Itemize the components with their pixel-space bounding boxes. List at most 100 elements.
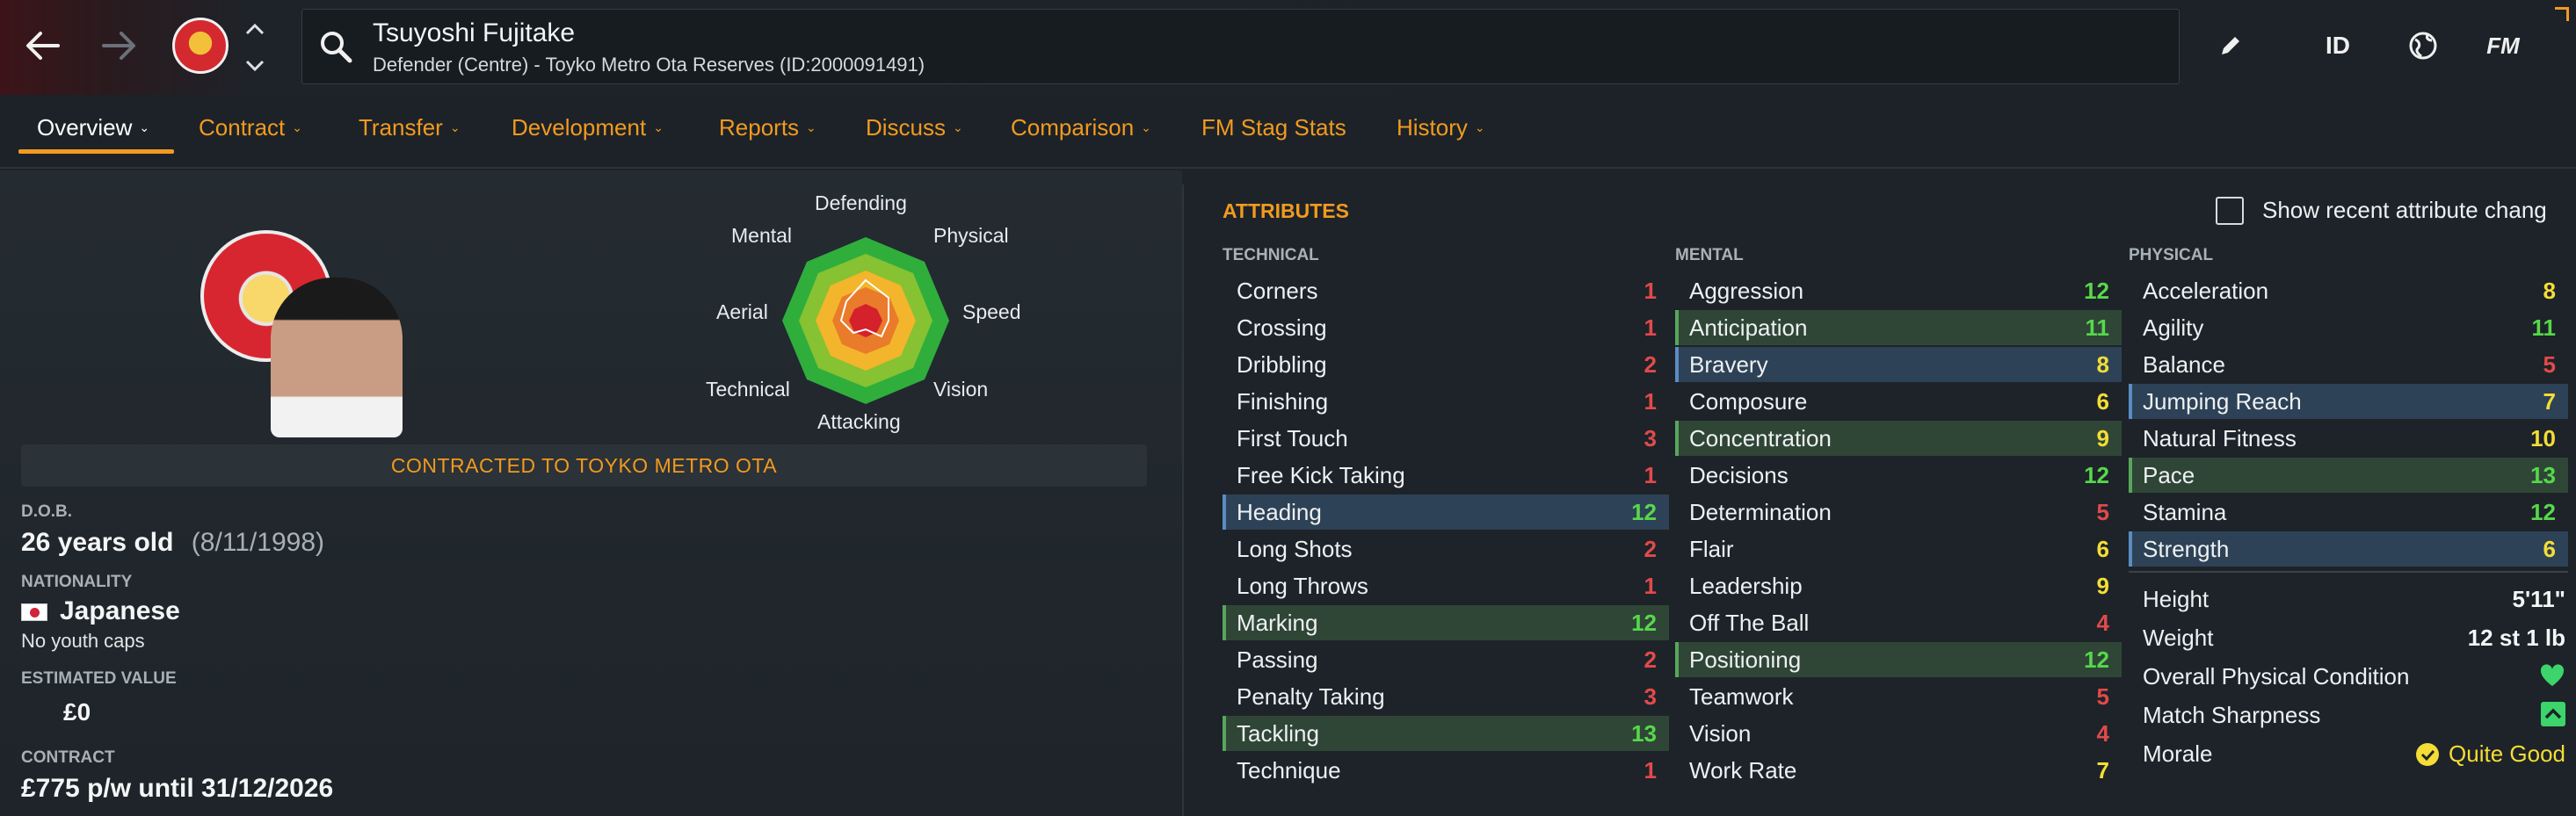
attribute-name: Dribbling <box>1237 350 1327 378</box>
attribute-row-marking[interactable]: Marking 12 <box>1223 605 1669 640</box>
attribute-row-leadership[interactable]: Leadership 9 <box>1675 568 2122 603</box>
tab-reports[interactable]: Reports ⌄ <box>719 114 816 141</box>
tab-label: Comparison <box>1011 114 1135 141</box>
attribute-name: Anticipation <box>1689 314 1808 341</box>
show-recent-changes-checkbox[interactable] <box>2216 197 2244 225</box>
attribute-row-passing[interactable]: Passing 2 <box>1223 642 1669 677</box>
tab-label: Discuss <box>866 114 947 141</box>
show-recent-changes-label[interactable]: Show recent attribute chang <box>2262 197 2547 224</box>
tab-development[interactable]: Development ⌄ <box>512 114 664 141</box>
radar-label-attacking: Attacking <box>817 410 901 433</box>
attribute-row-free-kick-taking[interactable]: Free Kick Taking 1 <box>1223 458 1669 493</box>
tab-discuss[interactable]: Discuss ⌄ <box>866 114 963 141</box>
attribute-value: 12 <box>2084 277 2109 304</box>
attribute-row-balance[interactable]: Balance 5 <box>2129 347 2568 382</box>
attribute-row-finishing[interactable]: Finishing 1 <box>1223 384 1669 419</box>
attribute-row-vision[interactable]: Vision 4 <box>1675 716 2122 751</box>
tab-transfer[interactable]: Transfer ⌄ <box>359 114 461 141</box>
tab-fm-stag-stats[interactable]: FM Stag Stats <box>1201 114 1346 141</box>
chevron-down-icon: ⌄ <box>653 120 664 134</box>
nationality-value[interactable]: Japanese <box>60 596 180 626</box>
attribute-value: 2 <box>1644 535 1657 562</box>
attribute-name: Work Rate <box>1689 756 1797 784</box>
attribute-row-penalty-taking[interactable]: Penalty Taking 3 <box>1223 679 1669 714</box>
attribute-row-dribbling[interactable]: Dribbling 2 <box>1223 347 1669 382</box>
height-label: Height <box>2143 586 2210 612</box>
top-bar: Tsuyoshi Fujitake Defender (Centre) - To… <box>0 0 2576 95</box>
attribute-row-bravery[interactable]: Bravery 8 <box>1675 347 2122 382</box>
attribute-row-natural-fitness[interactable]: Natural Fitness 10 <box>2129 421 2568 456</box>
tab-history[interactable]: History ⌄ <box>1397 114 1485 141</box>
back-arrow-icon <box>26 32 60 60</box>
attribute-row-jumping-reach[interactable]: Jumping Reach 7 <box>2129 384 2568 419</box>
value-label: ESTIMATED VALUE <box>21 669 177 688</box>
attribute-row-flair[interactable]: Flair 6 <box>1675 531 2122 567</box>
radar-label-defending: Defending <box>815 191 907 214</box>
attribute-name: Finishing <box>1237 387 1329 415</box>
back-button[interactable] <box>16 19 69 72</box>
attribute-row-off-the-ball[interactable]: Off The Ball 4 <box>1675 605 2122 640</box>
attribute-row-teamwork[interactable]: Teamwork 5 <box>1675 679 2122 714</box>
attribute-value: 5 <box>2096 682 2109 710</box>
attribute-name: Vision <box>1689 719 1752 747</box>
attribute-row-technique[interactable]: Technique 1 <box>1223 753 1669 788</box>
attribute-row-long-shots[interactable]: Long Shots 2 <box>1223 531 1669 567</box>
attribute-value: 6 <box>2543 535 2556 562</box>
tab-overview[interactable]: Overview ⌄ <box>37 114 149 141</box>
chevron-down-icon: ⌄ <box>1141 120 1151 134</box>
player-overview-panel <box>0 170 1182 816</box>
attribute-row-strength[interactable]: Strength 6 <box>2129 531 2568 567</box>
heart-icon <box>2540 664 2565 686</box>
attribute-value: 8 <box>2543 277 2556 304</box>
physical-heading: PHYSICAL <box>2129 246 2214 264</box>
attribute-value: 12 <box>2084 461 2109 488</box>
attribute-value: 10 <box>2530 424 2556 451</box>
club-badge[interactable] <box>172 18 229 74</box>
attribute-value: 13 <box>2530 461 2556 488</box>
attribute-value: 1 <box>1644 314 1657 341</box>
chevron-up-icon[interactable] <box>245 23 265 35</box>
radar-label-aerial: Aerial <box>716 300 768 323</box>
tab-comparison[interactable]: Comparison ⌄ <box>1011 114 1151 141</box>
attribute-row-anticipation[interactable]: Anticipation 11 <box>1675 310 2122 345</box>
attribute-row-acceleration[interactable]: Acceleration 8 <box>2129 273 2568 308</box>
edit-button[interactable] <box>2213 26 2248 65</box>
attribute-row-aggression[interactable]: Aggression 12 <box>1675 273 2122 308</box>
weight-label: Weight <box>2143 625 2214 651</box>
search-icon[interactable] <box>318 29 353 64</box>
tab-label: Overview <box>37 114 133 141</box>
attribute-row-stamina[interactable]: Stamina 12 <box>2129 495 2568 530</box>
condition-label: Overall Physical Condition <box>2143 663 2410 690</box>
player-search-box[interactable]: Tsuyoshi Fujitake Defender (Centre) - To… <box>301 9 2180 84</box>
tab-contract[interactable]: Contract ⌄ <box>199 114 302 141</box>
attribute-row-tackling[interactable]: Tackling 13 <box>1223 716 1669 751</box>
sharpness-value <box>2541 702 2565 733</box>
attribute-value: 9 <box>2096 424 2109 451</box>
attribute-row-decisions[interactable]: Decisions 12 <box>1675 458 2122 493</box>
attribute-value: 11 <box>2531 314 2557 341</box>
player-switcher[interactable] <box>239 23 271 72</box>
fm-menu-button[interactable]: FM <box>2484 26 2522 65</box>
attribute-row-composure[interactable]: Composure 6 <box>1675 384 2122 419</box>
sharpness-label: Match Sharpness <box>2143 702 2321 728</box>
attribute-row-agility[interactable]: Agility 11 <box>2129 310 2568 345</box>
forward-button[interactable] <box>93 19 146 72</box>
attribute-row-determination[interactable]: Determination 5 <box>1675 495 2122 530</box>
id-button[interactable]: ID <box>2320 26 2355 65</box>
attribute-row-long-throws[interactable]: Long Throws 1 <box>1223 568 1669 603</box>
globe-button[interactable] <box>2404 26 2442 65</box>
attribute-row-heading[interactable]: Heading 12 <box>1223 495 1669 530</box>
attribute-value: 6 <box>2096 387 2109 415</box>
attribute-row-first-touch[interactable]: First Touch 3 <box>1223 421 1669 456</box>
attribute-value: 12 <box>2530 498 2556 525</box>
chevron-down-icon[interactable] <box>245 60 265 72</box>
attribute-row-positioning[interactable]: Positioning 12 <box>1675 642 2122 677</box>
attribute-row-pace[interactable]: Pace 13 <box>2129 458 2568 493</box>
attribute-row-crossing[interactable]: Crossing 1 <box>1223 310 1669 345</box>
attribute-row-corners[interactable]: Corners 1 <box>1223 273 1669 308</box>
technical-heading: TECHNICAL <box>1223 246 1319 264</box>
attribute-name: Agility <box>2143 314 2204 341</box>
attribute-name: Marking <box>1237 609 1318 636</box>
attribute-row-work-rate[interactable]: Work Rate 7 <box>1675 753 2122 788</box>
attribute-row-concentration[interactable]: Concentration 9 <box>1675 421 2122 456</box>
